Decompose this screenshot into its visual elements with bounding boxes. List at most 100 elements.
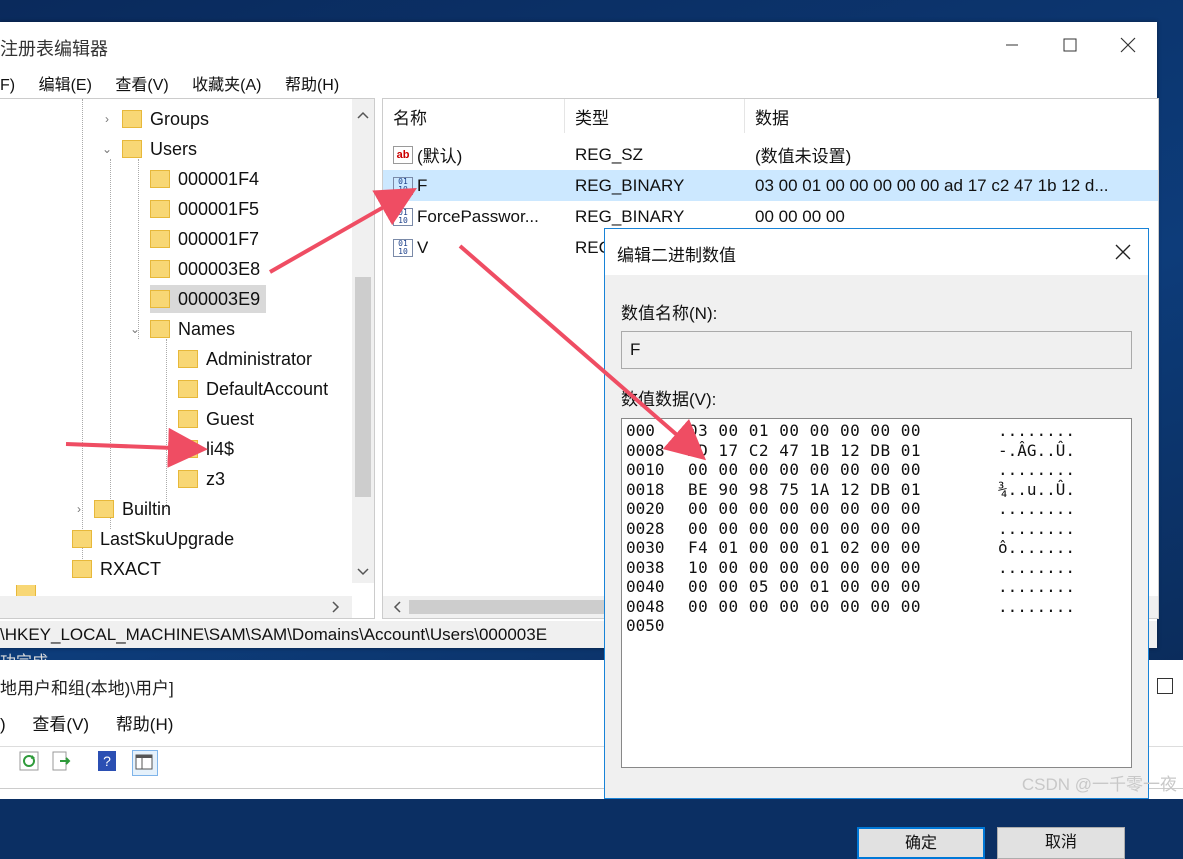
hex-bytes: 00 00 00 00 00 00 00 00	[688, 518, 922, 538]
hex-offset: 0010	[626, 460, 665, 479]
maximize-button[interactable]	[1041, 22, 1099, 68]
collapse-icon[interactable]: ⌄	[128, 322, 142, 336]
values-scroll-thumb[interactable]	[409, 600, 609, 614]
hex-row: 0030 F4 01 00 00 01 02 00 00 ô.......	[626, 538, 1075, 558]
background-console-text: 功完成。	[0, 648, 64, 660]
menu-item-help[interactable]: 帮助(H)	[116, 710, 174, 735]
hex-row: 0038 10 00 00 00 00 00 00 00........	[626, 558, 1075, 578]
hex-ascii: ô.......	[998, 538, 1076, 557]
hex-ascii: ........	[998, 460, 1076, 479]
tree-node-000001f5[interactable]: 000001F5	[150, 195, 259, 223]
hex-row: 0048 00 00 00 00 00 00 00 00........	[626, 597, 1075, 617]
help-icon[interactable]: ?	[96, 750, 122, 776]
tree-node-names[interactable]: ⌄ Names	[128, 315, 235, 343]
tree-node-administrator[interactable]: Administrator	[178, 345, 312, 373]
tree-node-builtin[interactable]: › Builtin	[72, 495, 171, 523]
registry-tree-pane[interactable]: › Groups ⌄ Users 000001F4 000001F5 000001F…	[0, 98, 375, 619]
close-button[interactable]	[1099, 22, 1157, 68]
expand-icon[interactable]: ›	[72, 502, 86, 516]
tree-guide-line	[110, 159, 111, 529]
watermark: CSDN @一千零一夜	[1021, 775, 1177, 794]
hex-bytes: 10 00 00 00 00 00 00 00	[688, 557, 922, 577]
tree-guide-line	[166, 339, 167, 509]
hex-offset: 0048	[626, 596, 665, 616]
maximize-icon[interactable]	[1157, 678, 1173, 694]
folder-icon	[94, 500, 114, 518]
tree-vertical-scrollbar[interactable]	[352, 99, 374, 583]
folder-icon	[178, 380, 198, 398]
hex-row: 000 03 00 01 00 00 00 00 00........	[626, 421, 1075, 441]
tree-node-z3[interactable]: z3	[178, 465, 225, 493]
hex-bytes: F4 01 00 00 01 02 00 00	[688, 538, 922, 557]
tree-node-000001f7[interactable]: 000001F7	[150, 225, 259, 253]
tree-node-li4[interactable]: li4$	[178, 435, 234, 463]
dialog-close-icon[interactable]	[1108, 237, 1138, 267]
scroll-up-icon[interactable]	[352, 105, 374, 125]
show-hide-pane-icon[interactable]	[132, 750, 158, 776]
folder-icon	[150, 290, 170, 308]
folder-icon	[178, 410, 198, 428]
dialog-title: 编辑二进制数值	[617, 246, 736, 265]
hex-offset: 0018	[626, 479, 665, 499]
tree-node-users[interactable]: ⌄ Users	[100, 135, 197, 163]
scroll-left-icon[interactable]	[387, 596, 407, 618]
hex-ascii: ........	[998, 557, 1076, 577]
value-type: REG_BINARY	[575, 175, 685, 195]
folder-icon	[72, 560, 92, 578]
value-name-label: 数值名称(N):	[621, 304, 718, 323]
tree-node-000003e8[interactable]: 000003E8	[150, 255, 260, 283]
menu-item-action[interactable]: )	[0, 715, 6, 735]
local-users-menubar: ) 查看(V) 帮助(H)	[0, 710, 195, 740]
tree-node-defaultaccount[interactable]: DefaultAccount	[178, 375, 328, 403]
column-header-data[interactable]: 数据	[745, 99, 1158, 133]
hex-bytes: 00 00 00 00 00 00 00 00	[688, 499, 922, 518]
binary-value-icon: 01 10	[393, 176, 413, 195]
collapse-icon[interactable]: ⌄	[100, 142, 114, 156]
hex-row: 0018 BE 90 98 75 1A 12 DB 01 ¾..u..Û.	[626, 480, 1075, 500]
menu-item-view[interactable]: 查看(V)	[32, 710, 89, 735]
hex-offset: 000	[626, 421, 655, 440]
column-header-type[interactable]: 类型	[565, 99, 745, 133]
minimize-button[interactable]	[983, 22, 1041, 68]
expand-icon[interactable]: ›	[100, 112, 114, 126]
folder-icon	[150, 200, 170, 218]
tree-node-lastskuupgrade[interactable]: LastSkuUpgrade	[72, 525, 234, 553]
refresh-icon[interactable]	[18, 750, 44, 776]
string-value-icon: ab	[393, 145, 413, 164]
scroll-down-icon[interactable]	[352, 561, 374, 581]
menu-view[interactable]: 查看(V)	[115, 71, 168, 95]
menu-file[interactable]: F)	[0, 77, 15, 95]
window-controls	[983, 22, 1157, 68]
tree-node-000003e9[interactable]: 000003E9	[150, 285, 267, 313]
hex-row: 0040 00 00 05 00 01 00 00 00........	[626, 577, 1075, 597]
value-row-f[interactable]: 01 10 F REG_BINARY 03 00 01 00 00 00 00 00…	[383, 170, 1158, 201]
column-header-name[interactable]: 名称	[383, 99, 565, 133]
local-users-title: 地用户和组(本地)\用户]	[0, 679, 174, 698]
hex-editor[interactable]: 000 03 00 01 00 00 00 00 00........ 0008 AD…	[621, 418, 1132, 768]
menu-edit[interactable]: 编辑(E)	[39, 71, 92, 95]
value-row-default[interactable]: ab (默认) REG_SZ (数值未设置)	[383, 139, 1158, 170]
value-data: (数值未设置)	[755, 147, 852, 166]
tree-node-000001f4[interactable]: 000001F4	[150, 165, 259, 193]
menu-help[interactable]: 帮助(H)	[285, 71, 339, 95]
hex-ascii: ........	[998, 596, 1076, 616]
tree-guide-line	[82, 99, 83, 559]
value-name-field: F	[621, 331, 1132, 369]
folder-icon	[150, 170, 170, 188]
export-list-icon[interactable]	[50, 750, 76, 776]
cancel-button[interactable]: 取消	[997, 827, 1125, 859]
hex-ascii: ¾..u..Û.	[998, 479, 1076, 499]
tree-node-rxact[interactable]: RXACT	[72, 555, 161, 583]
ok-button[interactable]: 确定	[857, 827, 985, 859]
tree-node-groups[interactable]: › Groups	[100, 105, 209, 133]
menu-favorites[interactable]: 收藏夹(A)	[192, 71, 261, 95]
tree-horizontal-scrollbar[interactable]	[0, 596, 352, 618]
tree-scroll-thumb[interactable]	[355, 277, 371, 497]
folder-icon	[178, 350, 198, 368]
scroll-right-icon[interactable]	[326, 596, 346, 618]
tree-node-guest[interactable]: Guest	[178, 405, 254, 433]
folder-icon	[122, 110, 142, 128]
folder-icon	[122, 140, 142, 158]
binary-value-icon: 01 10	[393, 238, 413, 257]
folder-icon	[178, 470, 198, 488]
